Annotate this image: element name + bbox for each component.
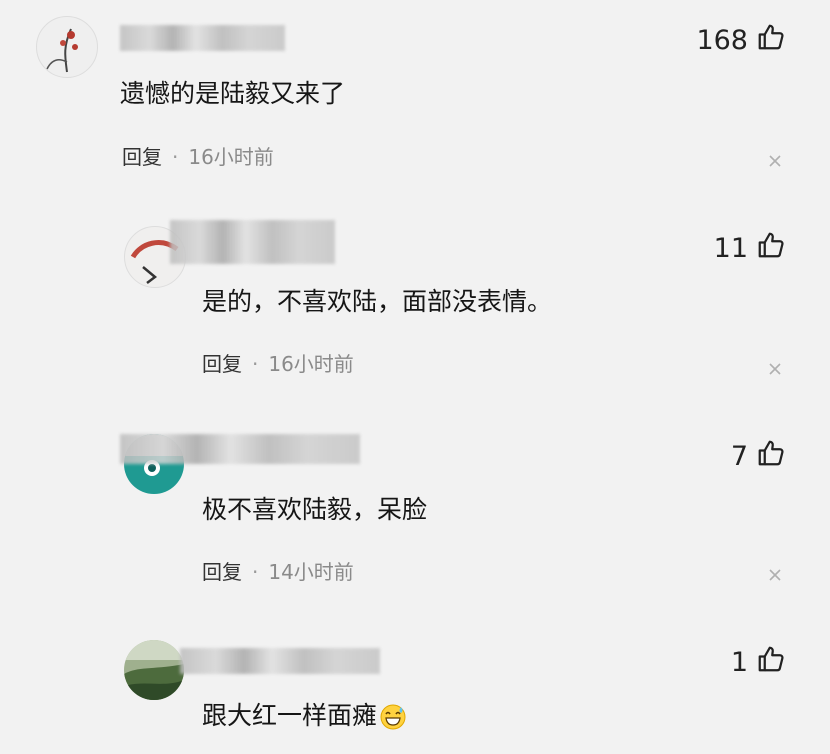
timestamp: 14小时前	[268, 560, 354, 584]
timestamp: 16小时前	[268, 352, 354, 376]
close-icon[interactable]	[768, 361, 782, 375]
reply-button[interactable]: 回复	[202, 560, 242, 584]
reply-button[interactable]: 回复	[122, 145, 162, 169]
close-icon[interactable]	[768, 153, 782, 167]
like-button[interactable]: 1	[731, 644, 786, 681]
separator-dot: ·	[172, 145, 179, 169]
like-button[interactable]: 168	[696, 22, 786, 59]
separator-dot: ·	[252, 560, 259, 584]
avatar[interactable]	[36, 16, 98, 78]
comment-text: 跟大红一样面瘫	[202, 701, 378, 730]
username-blurred[interactable]	[170, 220, 335, 264]
avatar[interactable]	[124, 640, 184, 700]
comment-text: 极不喜欢陆毅，呆脸	[202, 495, 428, 524]
comment-text-row: 跟大红一样面瘫	[202, 700, 407, 732]
like-button[interactable]: 7	[731, 438, 786, 475]
thumbs-up-icon	[756, 230, 786, 267]
timestamp: 16小时前	[188, 145, 274, 169]
thumbs-up-icon	[756, 644, 786, 681]
comment-meta: 回复 · 14小时前	[202, 559, 354, 585]
like-count: 7	[730, 441, 748, 472]
comment-meta: 回复 · 16小时前	[202, 351, 354, 377]
thumbs-up-icon	[756, 22, 786, 59]
comment-text: 遗憾的是陆毅又来了	[120, 79, 346, 108]
comment-text: 是的，不喜欢陆，面部没表情。	[202, 287, 553, 316]
like-count: 11	[713, 233, 748, 264]
like-button[interactable]: 11	[714, 230, 786, 267]
separator-dot: ·	[252, 352, 259, 376]
comment-meta: 回复 · 16小时前	[122, 144, 274, 170]
username-blurred[interactable]	[180, 648, 380, 674]
like-count: 1	[730, 647, 748, 678]
like-count: 168	[696, 25, 748, 56]
username-blurred[interactable]	[120, 25, 285, 51]
thumbs-up-icon	[756, 438, 786, 475]
username-blurred[interactable]	[120, 434, 360, 464]
grinning-sweat-emoji	[379, 703, 407, 731]
reply-button[interactable]: 回复	[202, 352, 242, 376]
close-icon[interactable]	[768, 567, 782, 581]
